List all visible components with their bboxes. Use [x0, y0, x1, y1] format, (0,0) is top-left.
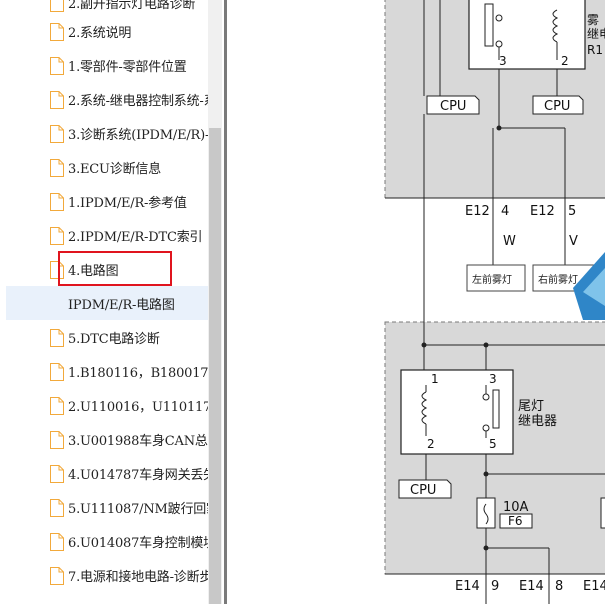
tree-item-label: 1.零部件-零部件位置 [68, 60, 187, 75]
tree-item[interactable]: 1.零部件-零部件位置 [0, 48, 208, 82]
tail-relay-pin: 3 [489, 372, 497, 386]
tree-item-selected[interactable]: IPDM/E/R-电路图 [6, 286, 208, 320]
connector-pin: 4 [501, 204, 509, 219]
svg-text:左前雾灯: 左前雾灯 [472, 273, 512, 286]
tail-relay-contact [492, 389, 500, 429]
partial-tree-item [18, 596, 178, 604]
tail-relay-pin: 1 [431, 372, 439, 386]
document-icon [50, 533, 64, 551]
document-icon [50, 0, 64, 12]
tree-item-label: IPDM/E/R-电路图 [68, 298, 175, 313]
partial-component [600, 497, 605, 529]
tree-item[interactable]: 6.U014087车身控制模块 [0, 524, 208, 558]
document-icon [50, 431, 64, 449]
svg-text:CPU: CPU [410, 483, 436, 498]
relay-top-pin-right: 2 [561, 54, 569, 68]
connector-pin: 8 [555, 579, 563, 594]
document-icon [50, 193, 64, 211]
document-icon [50, 499, 64, 517]
tree-item-label: 1.IPDM/E/R-参考值 [68, 196, 187, 211]
fog-lamp-left: 左前雾灯 [466, 264, 526, 292]
connector-pin: 5 [568, 204, 576, 219]
tree-item-label: 3.U001988车身CAN总线 [68, 434, 208, 449]
document-icon [50, 57, 64, 75]
tail-relay-contact-point [482, 424, 490, 432]
tree-item-label: 6.U014087车身控制模块 [68, 536, 208, 551]
document-icon [50, 227, 64, 245]
tree-item[interactable]: 2.系统-继电器控制系统-系 [0, 82, 208, 116]
connector-label: E12 [530, 204, 555, 219]
tree-item-label: 7.电源和接地电路-诊断步 [68, 570, 208, 585]
relay-top-contact-point [495, 14, 503, 22]
tree-item[interactable]: 4.U014787车身网关丢失 [0, 456, 208, 490]
tree-item[interactable]: 2.U110016，U110117电 [0, 388, 208, 422]
tree-item-label: 3.ECU诊断信息 [68, 162, 161, 177]
tree-item[interactable]: 5.U111087/NM跛行回家 [0, 490, 208, 524]
document-icon [50, 397, 64, 415]
circuit-diagram: 3 2 雾 继电 R1 CPU CPU E12 4 E12 5 W V [384, 0, 605, 604]
sidebar-scrollbar-thumb[interactable] [209, 128, 221, 604]
fuse-id: F6 [508, 514, 523, 528]
document-icon [50, 91, 64, 109]
tree-item-label: 4.U014787车身网关丢失 [68, 468, 208, 483]
connector-label: E12 [465, 204, 490, 219]
tail-relay-pin: 5 [489, 437, 497, 451]
relay-top-label-3: R1 [587, 43, 603, 57]
tree-item[interactable]: 1.B180116，B180017电 [0, 354, 208, 388]
wire-color-label: V [569, 234, 578, 249]
relay-top-label-1: 雾 [587, 13, 599, 27]
tree-item-label: 3.诊断系统(IPDM/E/R)-诊 [68, 128, 208, 143]
relay-top-pin-left: 3 [499, 54, 507, 68]
document-icon [50, 567, 64, 585]
tree-item-label: 1.B180116，B180017电 [68, 366, 208, 381]
cpu-block: CPU [532, 95, 584, 115]
connector-pin: 9 [491, 579, 499, 594]
tree-item-label: 5.U111087/NM跛行回家 [68, 502, 208, 517]
tail-relay-label-2: 继电器 [518, 414, 557, 429]
tree-item[interactable]: 3.诊断系统(IPDM/E/R)-诊 [0, 116, 208, 150]
connector-label: E14 [519, 579, 544, 594]
navigation-tree: 2.副开指示灯电路诊断 2.系统说明 1.零部件-零部件位置 2.系统-继电器控… [0, 0, 208, 604]
cpu-block: CPU [426, 95, 480, 115]
svg-text:右前雾灯: 右前雾灯 [538, 273, 578, 286]
tree-item[interactable]: 5.DTC电路诊断 [0, 320, 208, 354]
document-icon [50, 329, 64, 347]
wire-junction [483, 471, 489, 477]
document-icon [50, 125, 64, 143]
tree-item[interactable]: 3.U001988车身CAN总线 [0, 422, 208, 456]
relay-top-contact-point [495, 40, 503, 48]
tail-relay-label-1: 尾灯 [518, 399, 544, 414]
svg-text:CPU: CPU [544, 99, 570, 114]
relay-top-contact [484, 3, 494, 47]
tree-item-label: 2.U110016，U110117电 [68, 400, 208, 415]
tree-item[interactable]: 7.电源和接地电路-诊断步 [0, 558, 208, 592]
wire-color-label: W [503, 234, 516, 249]
document-icon [50, 363, 64, 381]
tree-item[interactable]: 1.IPDM/E/R-参考值 [0, 184, 208, 218]
tree-item-label: 2.IPDM/E/R-DTC索引 [68, 230, 203, 245]
tree-item-label: 2.系统-继电器控制系统-系 [68, 94, 208, 109]
document-icon [50, 159, 64, 177]
tail-relay-pin: 2 [427, 437, 435, 451]
wire-junction [483, 545, 489, 551]
tree-item[interactable]: 2.系统说明 [0, 14, 208, 48]
tree-item-label: 5.DTC电路诊断 [68, 332, 160, 347]
svg-text:CPU: CPU [440, 99, 466, 114]
tree-item-label: 2.副开指示灯电路诊断 [68, 0, 196, 12]
cpu-block: CPU [398, 479, 452, 499]
watermark-logo [573, 252, 605, 320]
wire-junction [496, 125, 502, 131]
tree-item[interactable]: 3.ECU诊断信息 [0, 150, 208, 184]
fuse-rating: 10A [503, 500, 529, 515]
circuit-diagram-pane: 3 2 雾 继电 R1 CPU CPU E12 4 E12 5 W V [227, 0, 605, 604]
tail-relay-contact-point [482, 393, 490, 401]
tree-item[interactable]: 2.IPDM/E/R-DTC索引 [0, 218, 208, 252]
connector-label: E14 [455, 579, 480, 594]
document-icon [50, 465, 64, 483]
tree-item-label: 2.系统说明 [68, 26, 132, 41]
highlight-box [58, 251, 172, 286]
relay-top-label-2: 继电 [587, 27, 605, 41]
connector-label: E14 [583, 579, 605, 594]
document-icon [50, 23, 64, 41]
